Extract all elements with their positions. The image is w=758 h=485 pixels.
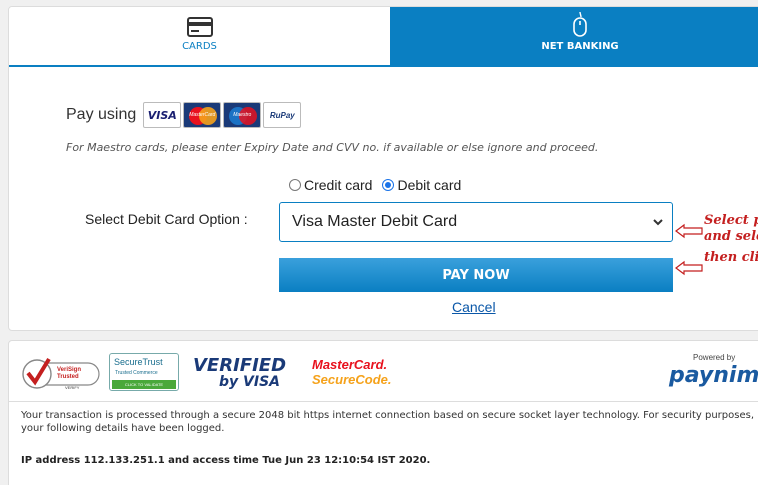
maestro-logo: Maestro: [223, 102, 262, 128]
tab-cards-label: CARDS: [182, 41, 217, 52]
tab-net-banking-label: NET BANKING: [541, 41, 619, 52]
security-card: VeriSign Trusted VERIFY SecureTrust Trus…: [8, 340, 758, 485]
visa-logo: VISA: [143, 102, 182, 128]
pay-using-label: Pay using: [66, 106, 137, 123]
annotation-text: Select p and sele then cli: [704, 213, 758, 265]
pay-using-row: Pay using VISA MasterCard Maestro RuPay: [66, 102, 303, 128]
payment-card: CARDS NET BANKING Pay using VISA MasterC…: [8, 6, 758, 331]
cancel-link[interactable]: Cancel: [452, 299, 496, 315]
powered-by-label: Powered by: [693, 353, 736, 362]
rupay-logo: RuPay: [263, 102, 302, 128]
card-icon: [186, 17, 213, 42]
payment-tabs: CARDS NET BANKING: [9, 7, 758, 67]
debit-card-radio[interactable]: [382, 179, 395, 191]
arrow-icon: [675, 223, 703, 244]
verisign-logo: VeriSign Trusted VERIFY: [19, 353, 101, 391]
ip-address-text: IP address 112.133.251.1 and access time…: [21, 455, 431, 466]
select-value: Visa Master Debit Card: [292, 213, 458, 230]
debit-card-label[interactable]: Debit card: [397, 177, 461, 193]
maestro-note: For Maestro cards, please enter Expiry D…: [66, 141, 599, 154]
card-type-radio-group: Credit card Debit card: [289, 177, 471, 193]
tab-net-banking[interactable]: NET BANKING: [390, 7, 758, 67]
credit-card-radio[interactable]: [289, 179, 301, 191]
arrow-icon: [675, 260, 703, 281]
tab-cards[interactable]: CARDS: [9, 7, 390, 67]
mouse-icon: [572, 11, 588, 42]
debit-option-label: Select Debit Card Option :: [85, 211, 248, 227]
chevron-down-icon: [652, 215, 664, 233]
mastercard-logo: MasterCard: [183, 102, 222, 128]
credit-card-label[interactable]: Credit card: [304, 177, 372, 193]
security-info-text: Your transaction is processed through a …: [21, 410, 755, 434]
securetrust-logo: SecureTrust Trusted Commerce CLICK TO VA…: [109, 353, 179, 391]
pay-now-button[interactable]: PAY NOW: [279, 258, 673, 292]
verified-by-visa-logo: VERIFIED by VISA: [193, 355, 287, 390]
mastercard-securecode-logo: MasterCard. SecureCode.: [312, 357, 392, 387]
paynimo-logo: paynimo: [669, 363, 758, 388]
debit-card-option-select[interactable]: Visa Master Debit Card: [279, 202, 673, 242]
divider: [9, 401, 758, 402]
